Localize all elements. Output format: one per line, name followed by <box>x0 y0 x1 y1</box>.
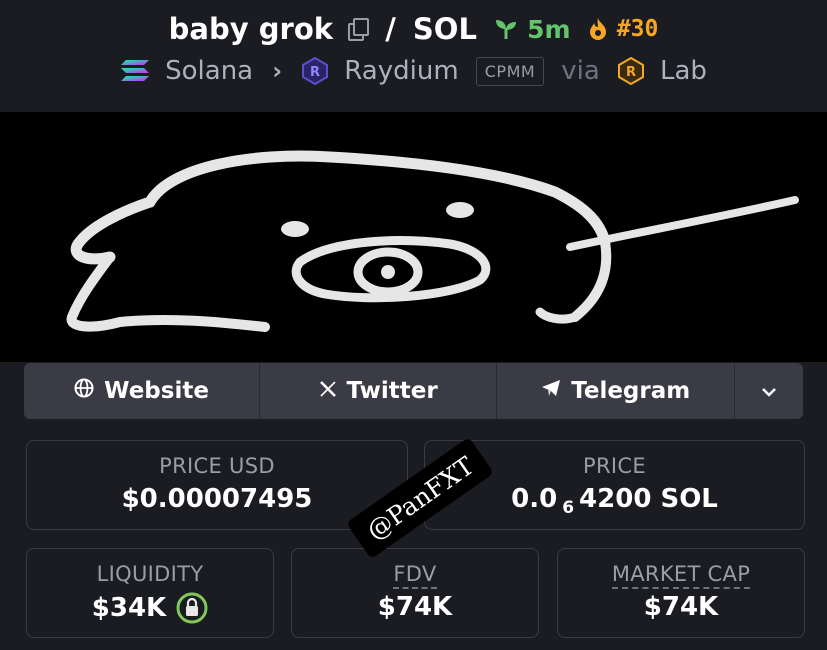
fire-icon <box>588 17 608 41</box>
copy-icon[interactable] <box>346 18 370 41</box>
trending-rank: #30 <box>616 16 659 42</box>
raydium-icon: R <box>301 56 329 86</box>
via-label: via <box>561 56 600 86</box>
market-cap-label[interactable]: MARKET CAP <box>611 562 751 589</box>
price-native-value: 0.0 6 4200 SOL <box>425 484 804 518</box>
svg-text:R: R <box>626 65 636 80</box>
twitter-label: Twitter <box>346 378 438 404</box>
pair-header: baby grok / SOL 5m #30 Solana › R Raydiu… <box>0 0 827 112</box>
price-usd-card: PRICE USD $0.00007495 <box>26 440 408 530</box>
telegram-label: Telegram <box>571 378 691 404</box>
market-cap-card: MARKET CAP $74K <box>557 548 805 638</box>
website-link[interactable]: Website <box>24 363 261 419</box>
twitter-link[interactable]: Twitter <box>260 363 498 419</box>
quote-token: SOL <box>412 12 477 46</box>
telegram-icon <box>541 378 561 404</box>
pool-type-badge: CPMM <box>475 56 545 86</box>
svg-text:R: R <box>310 65 320 80</box>
lock-icon[interactable] <box>176 592 208 624</box>
chevron-down-icon <box>761 378 777 404</box>
liquidity-row: $34K <box>27 592 273 624</box>
market-cap-value: $74K <box>643 592 719 622</box>
liquidity-value: $34K <box>91 593 167 623</box>
price-usd-value: $0.00007495 <box>121 484 313 514</box>
liquidity-label: LIQUIDITY <box>96 562 204 586</box>
chain-dex-row: Solana › R Raydium CPMM via R Lab <box>0 56 827 86</box>
x-icon <box>319 378 337 404</box>
dex-name[interactable]: Raydium <box>344 56 458 86</box>
pair-title-row: baby grok / SOL 5m #30 <box>0 12 827 46</box>
social-links-bar: Website Twitter Telegram <box>24 363 803 419</box>
price-usd-label: PRICE USD <box>159 454 275 478</box>
launchpad-name[interactable]: Lab <box>660 56 707 86</box>
chevron-right-icon: › <box>272 57 283 85</box>
liquidity-card: LIQUIDITY $34K <box>26 548 274 638</box>
chain-name[interactable]: Solana <box>165 56 253 86</box>
solana-icon <box>120 59 150 83</box>
pair-age: 5m <box>527 14 571 44</box>
fdv-label-row: FDV <box>292 562 538 589</box>
website-label: Website <box>104 378 209 404</box>
globe-icon <box>74 378 94 404</box>
pair-separator: / <box>385 12 396 46</box>
baby-grok-drawing <box>66 150 799 332</box>
token-name: baby grok <box>168 12 334 46</box>
fdv-value: $74K <box>377 592 453 622</box>
lab-icon: R <box>617 56 645 86</box>
price-zero-count: 6 <box>562 498 575 518</box>
market-cap-label-row: MARKET CAP <box>558 562 804 589</box>
telegram-link[interactable]: Telegram <box>497 363 736 419</box>
fdv-card: FDV $74K <box>291 548 539 638</box>
sprout-icon <box>494 17 518 41</box>
fdv-label[interactable]: FDV <box>393 562 437 589</box>
more-links-button[interactable] <box>735 363 803 419</box>
token-banner-image <box>0 112 827 362</box>
price-native-card: PRICE 0.0 6 4200 SOL <box>424 440 805 530</box>
price-suffix: 4200 SOL <box>579 484 718 514</box>
price-prefix: 0.0 <box>511 484 558 514</box>
